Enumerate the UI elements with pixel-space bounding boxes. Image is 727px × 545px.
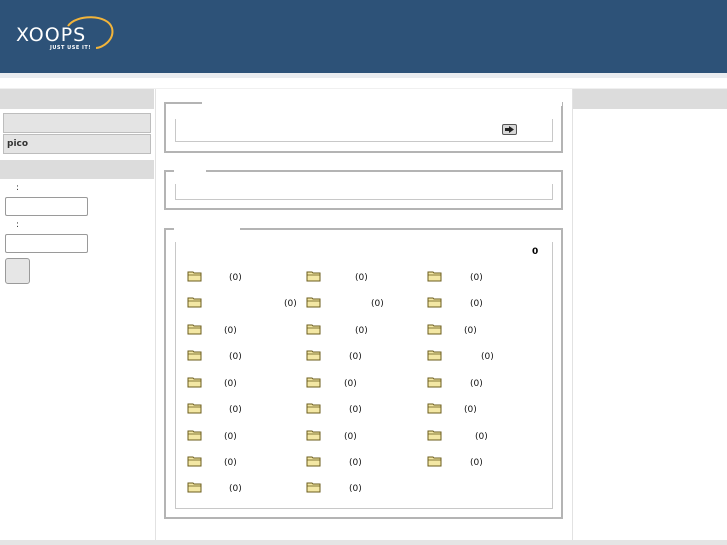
folder-icon[interactable] [187,429,203,441]
folder-icon[interactable] [187,270,203,282]
category-count: (0) [371,299,384,309]
category-count: (0) [344,379,357,389]
category-count: (0) [475,432,488,442]
category-count: (0) [470,458,483,468]
category-count: (0) [470,273,483,283]
menu-item-pico[interactable]: pico [3,134,151,154]
folder-icon[interactable] [306,376,322,388]
folder-icon[interactable] [306,429,322,441]
category-count: (0) [229,273,242,283]
category-count: (0) [349,484,362,494]
category-count: (0) [224,326,237,336]
username-input[interactable] [5,197,88,216]
login-header [0,160,154,179]
folder-icon[interactable] [187,455,203,467]
folder-icon[interactable] [187,349,203,361]
folder-icon[interactable] [306,296,322,308]
category-count: (0) [224,432,237,442]
total-count: 0 [532,247,539,257]
category-count: (0) [470,379,483,389]
folder-icon[interactable] [187,323,203,335]
site-header: XOOPS JUST USE IT! [0,0,727,73]
category-count: (0) [344,432,357,442]
folder-icon[interactable] [306,270,322,282]
block-legend [174,226,240,232]
category-count: (0) [464,405,477,415]
password-label: : [16,220,20,230]
folder-icon[interactable] [306,349,322,361]
category-count: (0) [229,484,242,494]
category-count: (0) [349,405,362,415]
menu-item-home[interactable] [3,113,151,133]
category-count: (0) [355,273,368,283]
go-button[interactable] [502,124,517,135]
folder-icon[interactable] [306,402,322,414]
folder-icon[interactable] [427,376,443,388]
main-menu-header [0,89,154,109]
block-legend [174,168,206,174]
logo-text: XOOPS [16,24,87,46]
block-legend [202,100,562,106]
block-content-1 [175,119,553,142]
folder-icon[interactable] [187,481,203,493]
folder-icon[interactable] [427,429,443,441]
folder-icon[interactable] [306,481,322,493]
xoops-logo[interactable]: XOOPS JUST USE IT! [16,14,116,54]
category-count: (0) [470,299,483,309]
category-count: (0) [284,299,297,309]
category-count: (0) [349,458,362,468]
folder-icon[interactable] [427,402,443,414]
right-sidebar [572,89,727,540]
login-button[interactable] [5,258,30,284]
folder-icon[interactable] [427,270,443,282]
sub-bar [0,78,727,89]
username-label: : [16,183,20,193]
block-content-2 [175,184,553,200]
category-count: (0) [349,352,362,362]
footer-bar [0,540,727,545]
folder-icon[interactable] [306,455,322,467]
folder-icon[interactable] [306,323,322,335]
category-count: (0) [224,458,237,468]
folder-icon[interactable] [427,455,443,467]
category-count: (0) [229,405,242,415]
folder-icon[interactable] [187,402,203,414]
arrow-right-icon [505,126,514,133]
category-count: (0) [229,352,242,362]
menu-item-label: pico [7,139,29,149]
password-input[interactable] [5,234,88,253]
folder-icon[interactable] [427,349,443,361]
folder-icon[interactable] [187,376,203,388]
folder-icon[interactable] [187,296,203,308]
folder-icon[interactable] [427,296,443,308]
logo-tagline: JUST USE IT! [50,45,92,51]
left-sidebar: pico : : [0,89,156,540]
category-count: (0) [481,352,494,362]
category-count: (0) [224,379,237,389]
folder-icon[interactable] [427,323,443,335]
category-count: (0) [464,326,477,336]
category-count: (0) [355,326,368,336]
right-block-header [573,89,727,109]
